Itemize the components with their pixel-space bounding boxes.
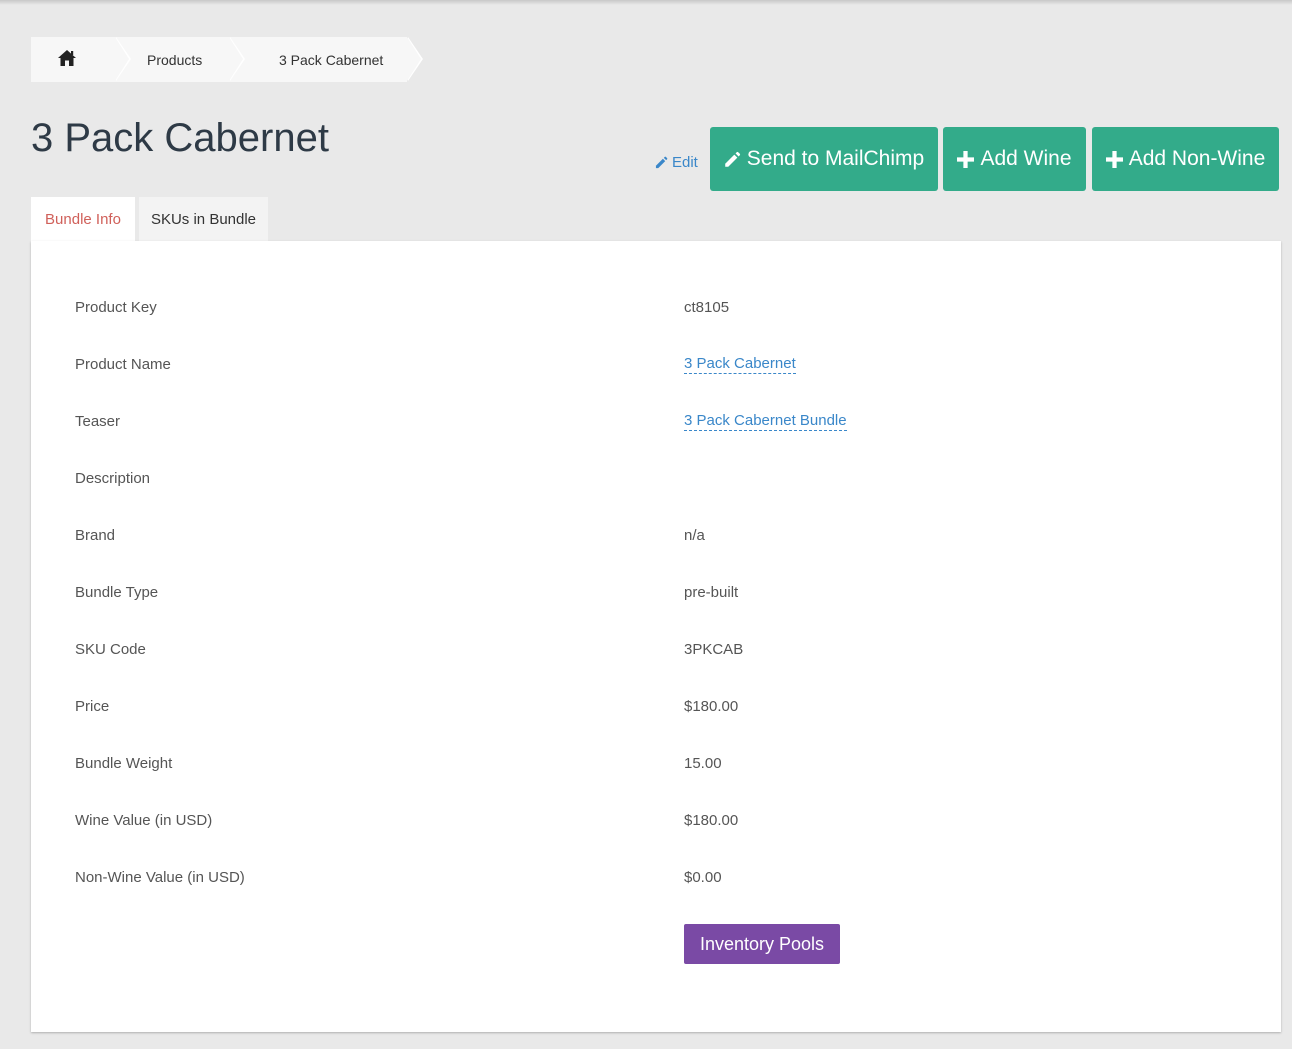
send-to-mailchimp-label: Send to MailChimp: [746, 147, 925, 170]
field-row-sku-code: SKU Code 3PKCAB: [31, 637, 1281, 661]
field-label: Description: [75, 469, 151, 487]
field-row-bundle-weight: Bundle Weight 15.00: [31, 751, 1281, 775]
field-value: ct8105: [684, 298, 730, 316]
field-row-non-wine-value: Non-Wine Value (in USD) $0.00: [31, 865, 1281, 889]
add-non-wine-button[interactable]: Add Non-Wine: [1092, 127, 1279, 191]
tab-bundle-info[interactable]: Bundle Info: [31, 197, 135, 242]
field-label: Non-Wine Value (in USD): [75, 868, 245, 886]
add-wine-label: Add Wine: [980, 147, 1072, 170]
tab-skus-in-bundle[interactable]: SKUs in Bundle: [139, 197, 268, 242]
field-value: 15.00: [684, 754, 722, 772]
page-title: 3 Pack Cabernet: [31, 116, 329, 160]
home-icon: [58, 49, 76, 66]
field-row-bundle-type: Bundle Type pre-built: [31, 580, 1281, 604]
breadcrumb-products[interactable]: Products: [115, 37, 245, 82]
field-row-product-name: Product Name 3 Pack Cabernet: [31, 352, 1281, 376]
field-label: Bundle Weight: [75, 754, 173, 772]
bundle-info-panel: Product Key ct8105 Product Name 3 Pack C…: [31, 241, 1281, 1032]
field-label: Bundle Type: [75, 583, 159, 601]
field-value: $180.00: [684, 811, 739, 829]
field-row-product-key: Product Key ct8105: [31, 295, 1281, 319]
tab-skus-in-bundle-label: SKUs in Bundle: [150, 211, 257, 228]
field-row-description: Description: [31, 466, 1281, 490]
inventory-pools-button[interactable]: Inventory Pools: [684, 924, 840, 964]
add-wine-button[interactable]: Add Wine: [943, 127, 1086, 191]
field-row-price: Price $180.00: [31, 694, 1281, 718]
plus-icon: [1105, 150, 1123, 168]
field-row-wine-value: Wine Value (in USD) $180.00: [31, 808, 1281, 832]
field-label: Teaser: [75, 412, 121, 430]
edit-link[interactable]: Edit: [655, 152, 698, 172]
field-label: Product Key: [75, 298, 157, 316]
field-value: pre-built: [684, 583, 739, 601]
field-row-brand: Brand n/a: [31, 523, 1281, 547]
field-label: Brand: [75, 526, 116, 544]
breadcrumb-products-label: Products: [147, 51, 203, 68]
edit-label: Edit: [672, 153, 698, 171]
tab-bundle-info-label: Bundle Info: [45, 211, 121, 228]
field-label: Wine Value (in USD): [75, 811, 213, 829]
field-value: n/a: [684, 526, 705, 544]
pencil-icon: [655, 156, 668, 168]
plus-icon: [957, 150, 975, 168]
field-value: $180.00: [684, 697, 739, 715]
breadcrumb-home[interactable]: [31, 37, 131, 82]
field-row-teaser: Teaser 3 Pack Cabernet Bundle: [31, 409, 1281, 433]
field-label: Price: [75, 697, 110, 715]
product-name-editable[interactable]: 3 Pack Cabernet: [684, 355, 796, 374]
breadcrumb-current: 3 Pack Cabernet: [229, 37, 423, 82]
breadcrumb-current-label: 3 Pack Cabernet: [279, 51, 384, 68]
inventory-pools-label: Inventory Pools: [699, 933, 825, 954]
field-label: Product Name: [75, 355, 171, 373]
field-label: SKU Code: [75, 640, 146, 658]
field-value: $0.00: [684, 868, 722, 886]
field-value: 3PKCAB: [684, 640, 744, 658]
breadcrumb: Products 3 Pack Cabernet: [31, 37, 423, 82]
send-to-mailchimp-button[interactable]: Send to MailChimp: [710, 127, 938, 191]
add-non-wine-label: Add Non-Wine: [1128, 147, 1266, 170]
top-shadow: [0, 0, 1292, 5]
pencil-icon: [724, 151, 740, 167]
teaser-editable[interactable]: 3 Pack Cabernet Bundle: [684, 412, 847, 431]
